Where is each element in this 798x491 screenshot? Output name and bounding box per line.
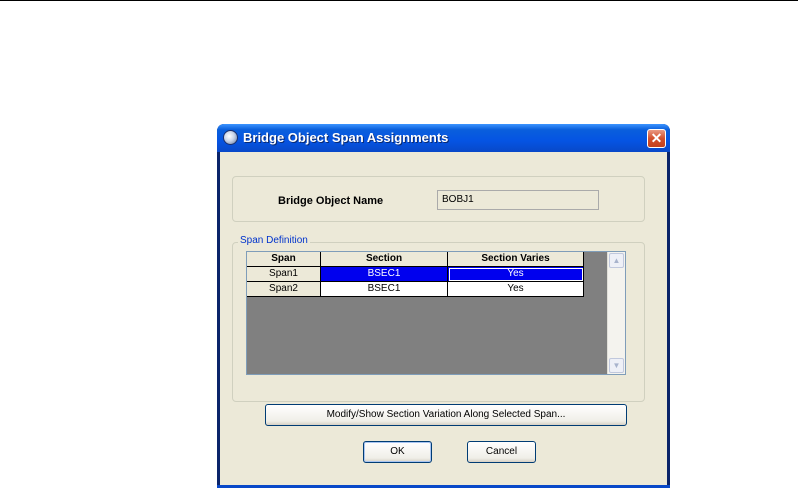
title-bar[interactable]: Bridge Object Span Assignments ✕: [217, 124, 670, 152]
dialog-body: Bridge Object Name BOBJ1 Span Definition…: [220, 152, 667, 485]
scroll-up-arrow-icon[interactable]: ▲: [609, 253, 624, 268]
row-header-span[interactable]: Span1: [247, 267, 321, 282]
column-header-section-varies[interactable]: Section Varies: [448, 252, 584, 267]
window-bottom-border: [217, 485, 670, 488]
window-title: Bridge Object Span Assignments: [243, 130, 449, 145]
row-header-span[interactable]: Span2: [247, 282, 321, 297]
span-grid[interactable]: Span Section Section Varies Span1 BSEC1 …: [246, 251, 626, 375]
bridge-object-name-label: Bridge Object Name: [278, 195, 384, 207]
close-button[interactable]: ✕: [647, 129, 666, 148]
cancel-button[interactable]: Cancel: [467, 441, 536, 463]
section-varies-cell[interactable]: Yes: [448, 267, 584, 282]
table-row[interactable]: Span1 BSEC1 Yes: [247, 267, 584, 282]
dialog-window: Bridge Object Span Assignments ✕ Bridge …: [217, 124, 670, 488]
column-header-span[interactable]: Span: [247, 252, 321, 267]
page-top-rule: [0, 0, 798, 1]
section-cell[interactable]: BSEC1: [321, 282, 448, 297]
table-row[interactable]: Span2 BSEC1 Yes: [247, 282, 584, 297]
grid-header-row: Span Section Section Varies: [247, 252, 584, 267]
app-icon: [223, 130, 238, 145]
scroll-down-arrow-icon[interactable]: ▼: [609, 358, 624, 373]
section-varies-cell[interactable]: Yes: [448, 282, 584, 297]
span-definition-legend: Span Definition: [238, 235, 310, 246]
modify-section-variation-button[interactable]: Modify/Show Section Variation Along Sele…: [265, 404, 627, 426]
vertical-scrollbar[interactable]: ▲ ▼: [607, 252, 625, 374]
column-header-section[interactable]: Section: [321, 252, 448, 267]
section-cell[interactable]: BSEC1: [321, 267, 448, 282]
ok-button[interactable]: OK: [363, 441, 432, 463]
bridge-object-name-field: BOBJ1: [437, 190, 599, 210]
